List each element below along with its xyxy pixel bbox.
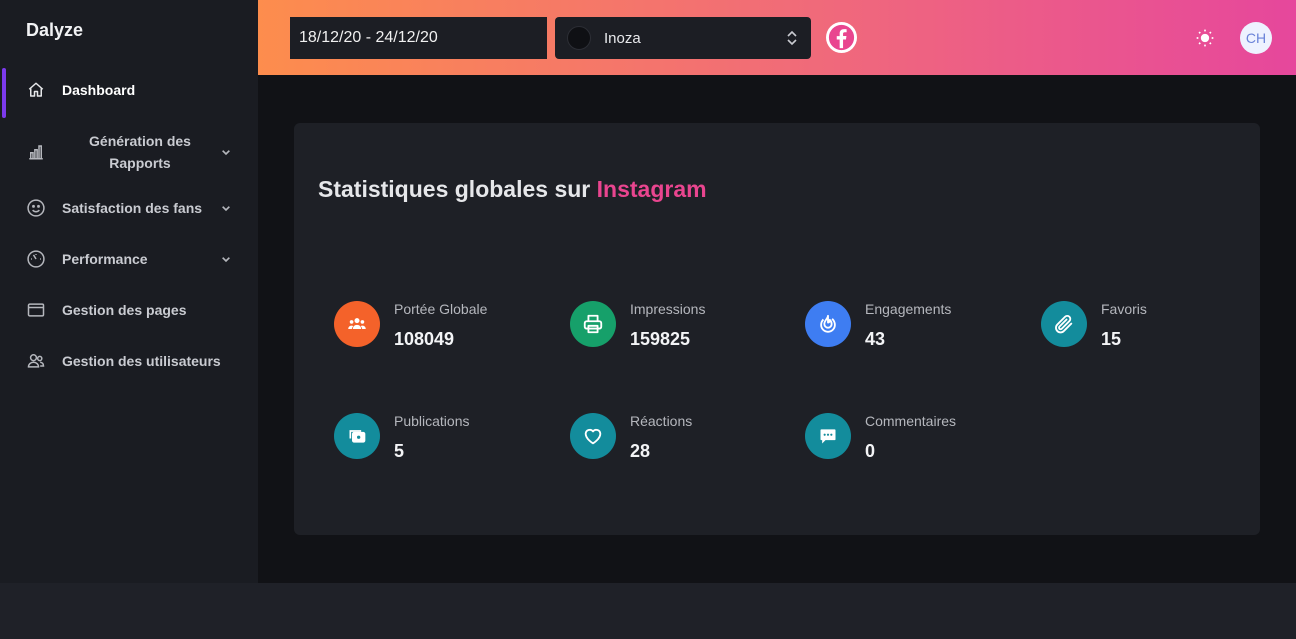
user-avatar[interactable]: CH [1240, 22, 1272, 54]
sidebar-item-label: Performance [62, 251, 148, 267]
fire-icon [805, 301, 851, 347]
printer-icon [570, 301, 616, 347]
smile-icon [26, 198, 46, 218]
top-bar: Inoza CH [258, 0, 1296, 75]
stat-label: Publications [394, 413, 470, 429]
stat-value: 159825 [630, 329, 691, 349]
browser-window-icon [26, 300, 46, 320]
app-logo: Dalyze [26, 20, 84, 40]
sun-icon[interactable] [1195, 28, 1215, 48]
paperclip-icon [1041, 301, 1087, 347]
stat-publications: Publications 5 [334, 413, 564, 473]
stat-label: Engagements [865, 301, 952, 317]
stat-value: 15 [1101, 329, 1122, 349]
home-icon [26, 80, 46, 100]
stat-label: Favoris [1101, 301, 1147, 317]
stat-comments: Commentaires 0 [805, 413, 1035, 473]
select-arrows-icon [787, 30, 797, 46]
sidebar-item-dashboard[interactable]: Dashboard [0, 68, 258, 112]
chevron-down-icon [222, 206, 230, 212]
main-content: Statistiques globales sur Instagram Port… [258, 75, 1296, 583]
sidebar-item-label: Satisfaction des fans [62, 200, 203, 216]
sidebar-item-users[interactable]: Gestion des utilisateurs [0, 339, 258, 383]
stat-value: 28 [630, 441, 651, 461]
stat-value: 0 [865, 441, 876, 461]
chevron-down-icon [222, 150, 230, 156]
group-icon [334, 301, 380, 347]
stat-reactions: Réactions 28 [570, 413, 800, 473]
stat-favorites: Favoris 15 [1041, 301, 1271, 361]
stat-label: Portée Globale [394, 301, 488, 317]
stat-value: 43 [865, 329, 886, 349]
sidebar-item-label: Dashboard [62, 82, 136, 98]
sidebar-item-pages[interactable]: Gestion des pages [0, 288, 258, 332]
stat-reach: Portée Globale 108049 [334, 301, 564, 361]
sidebar-item-fan-satisfaction[interactable]: Satisfaction des fans [0, 186, 258, 230]
title-network: Instagram [596, 176, 707, 202]
sidebar-item-reports[interactable]: Génération des Rapports [0, 130, 258, 174]
stat-value: 5 [394, 441, 405, 461]
stats-card: Statistiques globales sur Instagram Port… [294, 123, 1260, 535]
page-avatar [567, 26, 591, 50]
comment-icon [805, 413, 851, 459]
bar-chart-icon [26, 142, 46, 162]
sidebar-item-label: Gestion des utilisateurs [62, 353, 221, 369]
page-select-value: Inoza [604, 29, 641, 47]
facebook-icon[interactable] [826, 22, 857, 53]
sidebar: Dalyze Dashboard Génération des Rapports… [0, 0, 258, 583]
stat-value: 108049 [394, 329, 455, 349]
users-icon [26, 351, 46, 371]
page-title: Statistiques globales sur Instagram [318, 176, 707, 203]
gauge-icon [26, 249, 46, 269]
stat-label: Réactions [630, 413, 693, 429]
sidebar-item-label: Génération des Rapports [89, 133, 191, 171]
stat-engagements: Engagements 43 [805, 301, 1035, 361]
heart-icon [570, 413, 616, 459]
sidebar-item-label: Gestion des pages [62, 302, 187, 318]
page-select[interactable]: Inoza [555, 17, 811, 59]
chevron-down-icon [222, 257, 230, 263]
title-prefix: Statistiques globales sur [318, 176, 591, 202]
stat-label: Impressions [630, 301, 706, 317]
media-icon [334, 413, 380, 459]
sidebar-item-performance[interactable]: Performance [0, 237, 258, 281]
date-range-input[interactable] [290, 17, 547, 59]
stat-label: Commentaires [865, 413, 957, 429]
stat-impressions: Impressions 159825 [570, 301, 800, 361]
